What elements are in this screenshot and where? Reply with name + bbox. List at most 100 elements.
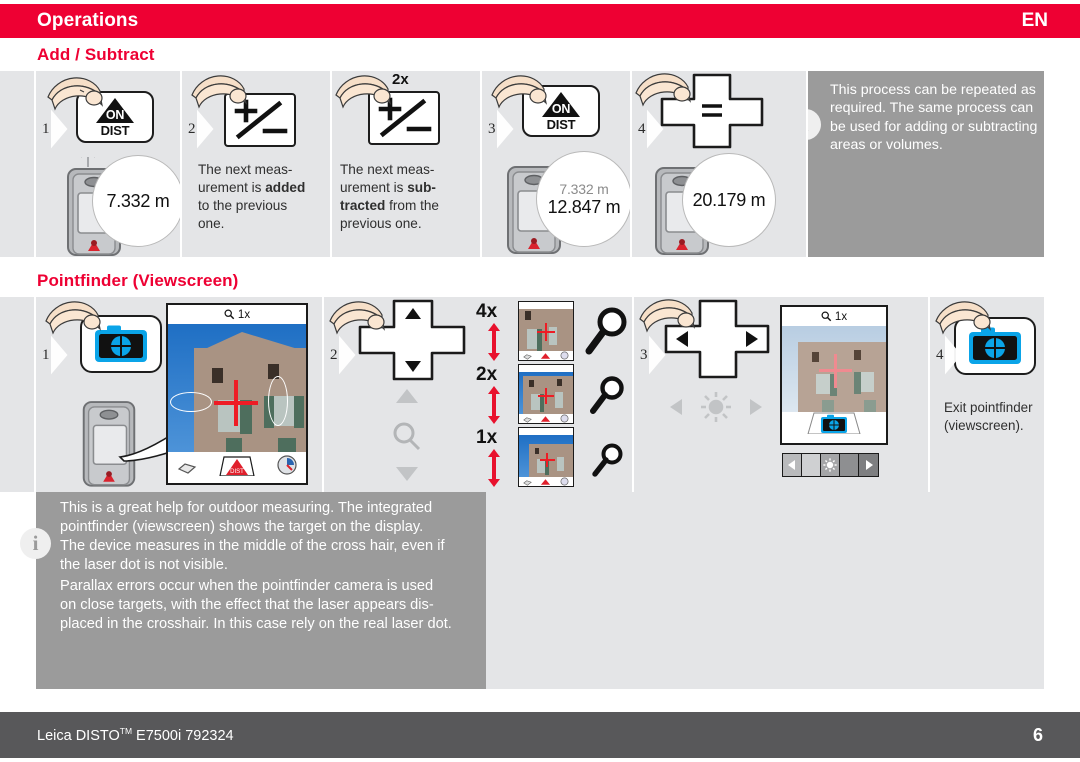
highlight-ellipse-right: [268, 376, 288, 426]
note-line-7: placed in the crosshair. In this case re…: [60, 615, 452, 632]
pointfinder-note-paragraph-2: Parallax errors occur when the pointfind…: [60, 577, 470, 634]
preview-zoom-bar: [519, 428, 573, 435]
compass-icon: [560, 477, 569, 486]
step-marker-4: 4: [638, 109, 664, 149]
window-grid-2: [557, 457, 564, 471]
crosshair-horizontal: [538, 395, 554, 397]
step-number: 2: [330, 346, 338, 363]
diamond-icon: [523, 480, 533, 486]
nav-brightness-button[interactable]: [821, 454, 840, 476]
magnifier-small-icon: [592, 443, 623, 477]
triangle-up-icon: [396, 389, 418, 403]
step-marker-2: 2: [330, 335, 356, 375]
viewscreen-display-3: 1x: [780, 305, 888, 445]
preview-zoom-bar: [519, 302, 573, 309]
double-arrow-icon: [488, 323, 500, 361]
info-line-4: areas or volumes.: [830, 137, 943, 154]
note-line-4: the laser dot is not visible.: [60, 556, 228, 573]
pointfinder-steps-row: 1 1x DIST 2 4x 2x 1x 3 1x 4 Exit pointfi…: [0, 297, 1080, 492]
highlight-ellipse-left: [170, 392, 212, 412]
nav-right-button[interactable]: [859, 454, 878, 476]
magnifier-icon: [821, 311, 832, 322]
preview-softkeys: [519, 477, 573, 486]
info-icon: i: [20, 528, 51, 559]
step-number: 4: [936, 346, 944, 363]
magnifier-icon: [393, 422, 421, 451]
footer-page-number: 6: [1032, 724, 1043, 745]
desc-line-1: Exit pointfinder: [944, 400, 1033, 415]
window-shutter-3: [294, 396, 304, 428]
viewscreen-camera-view: [782, 326, 886, 412]
nav-hint-column: [386, 387, 428, 488]
dist-triangle-icon: [541, 416, 551, 422]
zoom-label-2x: 2x: [476, 364, 498, 385]
step-2x-description: The next meas- urement is sub- tracted f…: [340, 161, 480, 233]
preview-zoom-bar: [519, 365, 573, 372]
diamond-icon: [523, 417, 533, 423]
pointfinder-camera-key-icon[interactable]: [820, 414, 848, 434]
press-count-label: 2x: [392, 71, 409, 88]
measurement-bubble-3: 7.332 m 12.847 m: [536, 151, 630, 247]
preview-view: [519, 309, 573, 351]
dist-triangle-icon[interactable]: DIST: [215, 454, 259, 476]
window-grid-2: [861, 372, 874, 392]
triangle-down-icon: [396, 467, 418, 481]
info-line-1: This process can be repeated as: [830, 82, 1036, 98]
step-number: 3: [640, 346, 648, 363]
wall-vent: [535, 448, 539, 454]
desc-line-4: previous one.: [340, 215, 422, 231]
nav-spacer-1: [802, 454, 821, 476]
note-line-2: pointfinder (viewscreen) shows the targe…: [60, 518, 424, 535]
zoom-level-label: 1x: [834, 310, 848, 323]
step-chevron-icon: [50, 335, 68, 375]
brightness-icon: [701, 392, 731, 422]
footer-model: E7500i 792324: [132, 727, 234, 744]
brightness-hint-row: [664, 389, 768, 430]
row2-left-margin: [0, 297, 34, 492]
viewscreen-display-1: 1x DIST: [166, 303, 308, 485]
step-panel-2: 2 The next meas- urement is added to the…: [182, 71, 330, 257]
preview-view: [519, 435, 573, 477]
viewscreen-camera-view: [168, 324, 306, 452]
pointfinder-note-paragraph-1: This is a great help for outdoor measuri…: [60, 499, 470, 575]
desc-line-2: (viewscreen).: [944, 417, 1024, 433]
desc-line-4: one.: [198, 215, 225, 231]
pf-step-panel-2: 2 4x 2x 1x: [324, 297, 632, 492]
preview-softkeys: [519, 414, 573, 423]
desc-line-2-pre: urement is: [198, 179, 266, 195]
desc-line-2-bold: added: [265, 179, 306, 195]
arrow-left-icon: [670, 399, 682, 415]
double-arrow-icon: [488, 449, 500, 487]
compass-icon: [560, 414, 569, 423]
section-title-pointfinder: Pointfinder (Viewscreen): [37, 271, 239, 290]
step-marker-3: 3: [488, 109, 514, 149]
nav-left-button[interactable]: [783, 454, 802, 476]
zoom-preview-1x: [518, 427, 574, 487]
step-number: 1: [42, 120, 50, 137]
footer-product-label: Leica DISTOTM E7500i 792324: [37, 726, 234, 744]
step-marker-4: 4: [936, 335, 962, 375]
note-line-5: Parallax errors occur when the pointfind…: [60, 578, 434, 594]
wall-vent-left: [529, 380, 534, 387]
diamond-icon[interactable]: [176, 461, 198, 476]
measurement-bubble-4: 20.179 m: [682, 153, 776, 247]
step-panel-2x-subtract: 2x The next meas- urement is sub- tracte…: [332, 71, 480, 257]
magnifier-medium-icon: [590, 376, 624, 414]
info-line-3: be used for adding or subtracting: [830, 118, 1038, 135]
compass-icon[interactable]: [276, 454, 298, 476]
zoom-preview-4x: [518, 301, 574, 361]
zoom-label-1x: 1x: [476, 427, 498, 448]
window-grid-2: [549, 327, 557, 345]
step-marker-3: 3: [640, 335, 666, 375]
crosshair-horizontal: [819, 369, 852, 372]
add-subtract-info-panel: i This process can be repeated as requir…: [808, 71, 1044, 257]
wall-vent-right: [854, 350, 861, 360]
footer-brand: Leica DISTO: [37, 727, 120, 744]
magnifier-large-icon: [585, 307, 627, 355]
crosshair-horizontal: [214, 401, 258, 405]
brightness-nav-strip[interactable]: [782, 453, 879, 477]
step-chevron-icon: [338, 335, 356, 375]
add-subtract-steps-row: 1 ON DIST 7.332 m 2 The next meas- ureme…: [0, 71, 1080, 257]
measurement-value: 7.332 m: [106, 190, 170, 211]
pf-step-4-description: Exit pointfinder (viewscreen).: [944, 399, 1044, 434]
